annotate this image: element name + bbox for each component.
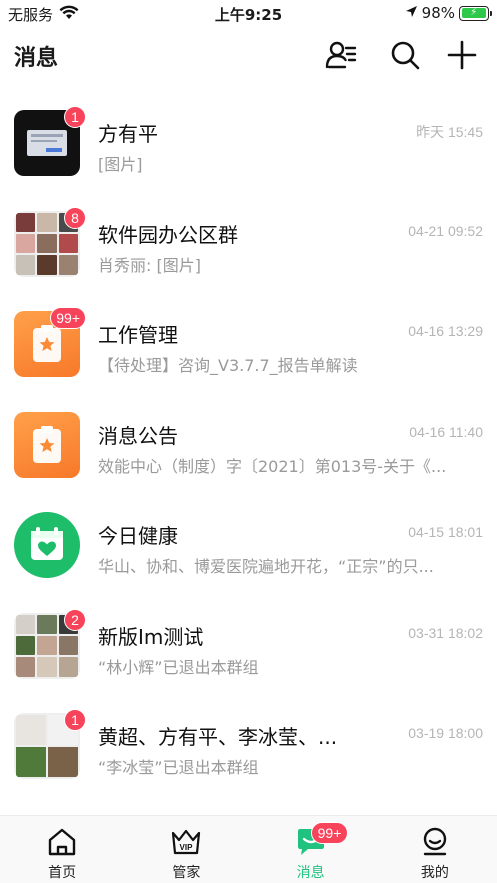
svg-text:VIP: VIP: [180, 843, 194, 852]
tab-messages[interactable]: 99+ 消息: [249, 816, 373, 883]
header: 消息: [0, 28, 497, 84]
conversation-preview: [图片]: [98, 155, 143, 174]
unread-badge: 99+: [50, 307, 86, 329]
tab-label: 管家: [172, 865, 201, 881]
conversation-preview: 效能中心（制度）字〔2021〕第013号-关于《...: [98, 456, 447, 476]
conversation-name: 工作管理: [98, 323, 178, 347]
conversation-preview: “林小辉”已退出本群组: [98, 657, 259, 677]
tab-label: 消息: [296, 865, 325, 881]
status-bar: 无服务 上午9:25 98% ⚡: [0, 0, 497, 28]
tab-label: 首页: [48, 865, 77, 881]
tab-label: 我的: [420, 865, 449, 881]
conversation-time: 04-16 11:40: [409, 423, 483, 440]
conversation-item[interactable]: 99+ 工作管理 04-16 13:29 【待处理】咨询_V3.7.7_报告单解…: [0, 285, 497, 386]
unread-badge: 1: [64, 709, 86, 731]
tab-bar: 首页 VIP 管家 99+ 消息 我的: [0, 815, 497, 883]
unread-badge: 1: [64, 106, 86, 128]
conversation-time: 04-15 18:01: [408, 524, 483, 540]
conversation-item[interactable]: 消息公告 04-16 11:40 效能中心（制度）字〔2021〕第013号-关于…: [0, 386, 497, 487]
vip-crown-icon: VIP: [170, 826, 202, 858]
conversation-name: 方有平: [98, 122, 158, 146]
clipboard-star-icon: 99+: [14, 307, 86, 377]
conversation-time: 04-21 09:52: [408, 222, 483, 239]
profile-icon: [419, 826, 451, 858]
conversation-time: 昨天 15:45: [416, 124, 483, 140]
conversation-name: 黄超、方有平、李冰莹、...: [98, 725, 338, 749]
conversation-list: 1 方有平 昨天 15:45 [图片] 8 软件园办公区群 04-21 09:5…: [0, 84, 497, 788]
conversation-name: 软件园办公区群: [98, 222, 238, 247]
conversation-item[interactable]: 8 软件园办公区群 04-21 09:52 肖秀丽: [图片]: [0, 185, 497, 286]
tab-badge: 99+: [310, 822, 349, 844]
status-left: 无服务: [8, 4, 79, 25]
conversation-name: 消息公告: [98, 423, 178, 448]
page-title: 消息: [14, 46, 59, 71]
conversation-item[interactable]: 1 黄超、方有平、李冰莹、... 03-19 18:00 “李冰莹”已退出本群组: [0, 687, 497, 788]
contacts-icon[interactable]: [324, 38, 358, 72]
unread-badge: 2: [64, 608, 86, 631]
battery-icon: ⚡: [459, 5, 492, 21]
avatar: 1: [14, 106, 86, 176]
conversation-item[interactable]: 2 新版Im测试 03-31 18:02 “林小辉”已退出本群组: [0, 587, 497, 688]
conversation-time: 03-19 18:00: [408, 725, 483, 741]
conversation-preview: 肖秀丽: [图片]: [98, 255, 201, 275]
home-icon: [46, 826, 78, 858]
status-right: 98% ⚡: [405, 4, 492, 22]
clipboard-star-icon: [14, 411, 80, 478]
calendar-heart-icon: [14, 512, 80, 578]
conversation-time: 04-16 13:29: [408, 323, 483, 339]
location-arrow-icon: [405, 4, 418, 22]
tab-steward[interactable]: VIP 管家: [124, 816, 248, 883]
conversation-preview: “李冰莹”已退出本群组: [98, 758, 259, 777]
conversation-preview: 【待处理】咨询_V3.7.7_报告单解读: [98, 356, 358, 375]
group-avatar: 2: [14, 608, 86, 679]
battery-percent: 98%: [421, 4, 455, 22]
tab-profile[interactable]: 我的: [373, 816, 497, 883]
conversation-item[interactable]: 今日健康 04-15 18:01 华山、协和、博爱医院遍地开花，“正宗”的只..…: [0, 486, 497, 587]
search-icon[interactable]: [388, 38, 422, 72]
tab-home[interactable]: 首页: [0, 816, 124, 883]
conversation-name: 今日健康: [98, 524, 178, 548]
conversation-preview: 华山、协和、博爱医院遍地开花，“正宗”的只...: [98, 557, 434, 576]
unread-badge: 8: [64, 206, 86, 229]
conversation-item[interactable]: 1 方有平 昨天 15:45 [图片]: [0, 84, 497, 185]
group-avatar: 1: [14, 709, 86, 779]
wifi-icon: [59, 5, 79, 24]
conversation-name: 新版Im测试: [98, 624, 204, 649]
carrier-label: 无服务: [8, 6, 54, 24]
add-icon[interactable]: [445, 38, 479, 72]
group-avatar: 8: [14, 206, 86, 277]
conversation-time: 03-31 18:02: [408, 624, 483, 641]
